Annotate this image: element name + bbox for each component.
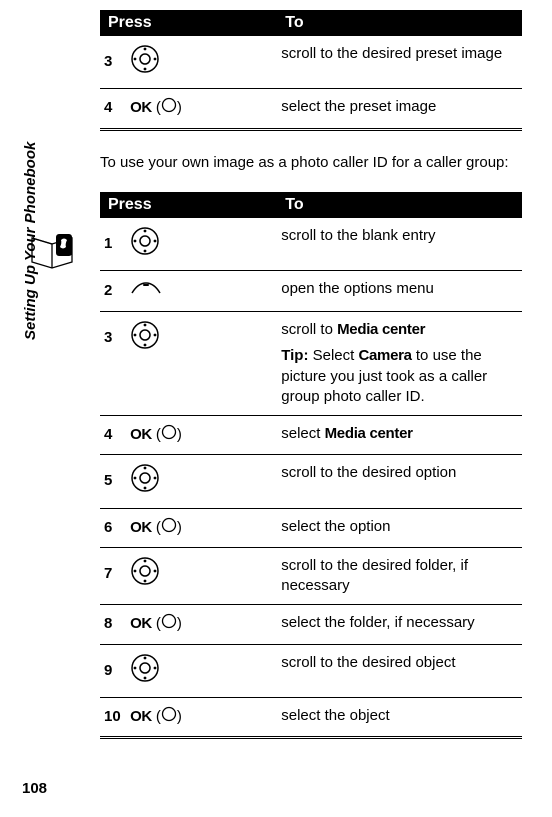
table-row: 4 OK () select the preset image [100, 89, 522, 129]
step-description: scroll to Media center Tip: Select Camer… [277, 312, 522, 416]
step-number: 1 [104, 234, 126, 254]
table-row: 5 scroll to the desired option [100, 455, 522, 508]
step-number: 2 [104, 281, 126, 301]
col-press: Press [100, 192, 277, 218]
table-row: 7 scroll to the desired folder, if neces… [100, 547, 522, 605]
step-description: scroll to the desired option [277, 455, 522, 508]
step-number: 3 [104, 52, 126, 72]
step-description: scroll to the desired preset image [277, 36, 522, 89]
step-description: scroll to the desired object [277, 644, 522, 697]
text-bold: Camera [358, 347, 411, 364]
step-number: 4 [104, 98, 126, 118]
step-number: 4 [104, 425, 126, 445]
table-row: 3 scroll to the desired preset image [100, 36, 522, 89]
step-description: select Media center [277, 416, 522, 455]
nav-key-icon [130, 226, 160, 262]
ok-label: OK [130, 519, 152, 536]
center-key-icon [161, 613, 177, 635]
step-number: 10 [104, 707, 126, 727]
table-row: 4 OK () select Media center [100, 416, 522, 455]
step-number: 7 [104, 564, 126, 584]
ok-label: OK [130, 708, 152, 725]
step-number: 3 [104, 328, 126, 348]
col-press: Press [100, 10, 277, 36]
ok-label: OK [130, 99, 152, 116]
nav-key-icon [130, 556, 160, 592]
ok-label: OK [130, 615, 152, 632]
nav-key-icon [130, 463, 160, 499]
center-key-icon [161, 97, 177, 119]
text-fragment: select [281, 425, 324, 442]
step-description: select the object [277, 697, 522, 737]
table-header: Press To [100, 10, 522, 36]
col-to: To [277, 10, 522, 36]
step-number: 5 [104, 471, 126, 491]
table-row: 2 open the options menu [100, 270, 522, 311]
page-number: 108 [22, 780, 47, 797]
center-key-icon [161, 517, 177, 539]
instruction-text: To use your own image as a photo caller … [100, 149, 522, 176]
table-row: 10 OK () select the object [100, 697, 522, 737]
step-number: 9 [104, 661, 126, 681]
step-description: select the option [277, 508, 522, 547]
text-fragment: Select [308, 347, 358, 364]
text-bold: Media center [337, 321, 425, 338]
nav-key-icon [130, 320, 160, 356]
section-tab-label: Setting Up Your Phonebook [22, 142, 39, 340]
table-own-image-steps: Press To 1 scroll to the blank entry 2 o… [100, 192, 522, 740]
section-tab-text: Setting Up Your Phonebook [22, 142, 39, 340]
table-preset-steps: Press To 3 scroll to the desired preset … [100, 10, 522, 131]
col-to: To [277, 192, 522, 218]
nav-key-icon [130, 653, 160, 689]
table-row: 8 OK () select the folder, if necessary [100, 605, 522, 644]
step-description: scroll to the blank entry [277, 218, 522, 271]
table-row: 6 OK () select the option [100, 508, 522, 547]
step-description: open the options menu [277, 270, 522, 311]
menu-key-icon [130, 279, 162, 303]
nav-key-icon [130, 44, 160, 80]
step-description: scroll to the desired folder, if necessa… [277, 547, 522, 605]
table-row: 3 scroll to Media center Tip: Select Cam… [100, 312, 522, 416]
center-key-icon [161, 424, 177, 446]
tip-label: Tip: [281, 347, 308, 364]
center-key-icon [161, 706, 177, 728]
step-description: select the folder, if necessary [277, 605, 522, 644]
step-description: select the preset image [277, 89, 522, 129]
table-row: 1 scroll to the blank entry [100, 218, 522, 271]
table-row: 9 scroll to the desired object [100, 644, 522, 697]
text-bold: Media center [325, 425, 413, 442]
ok-label: OK [130, 426, 152, 443]
text-fragment: scroll to [281, 321, 337, 338]
table-header: Press To [100, 192, 522, 218]
step-number: 8 [104, 614, 126, 634]
step-number: 6 [104, 518, 126, 538]
